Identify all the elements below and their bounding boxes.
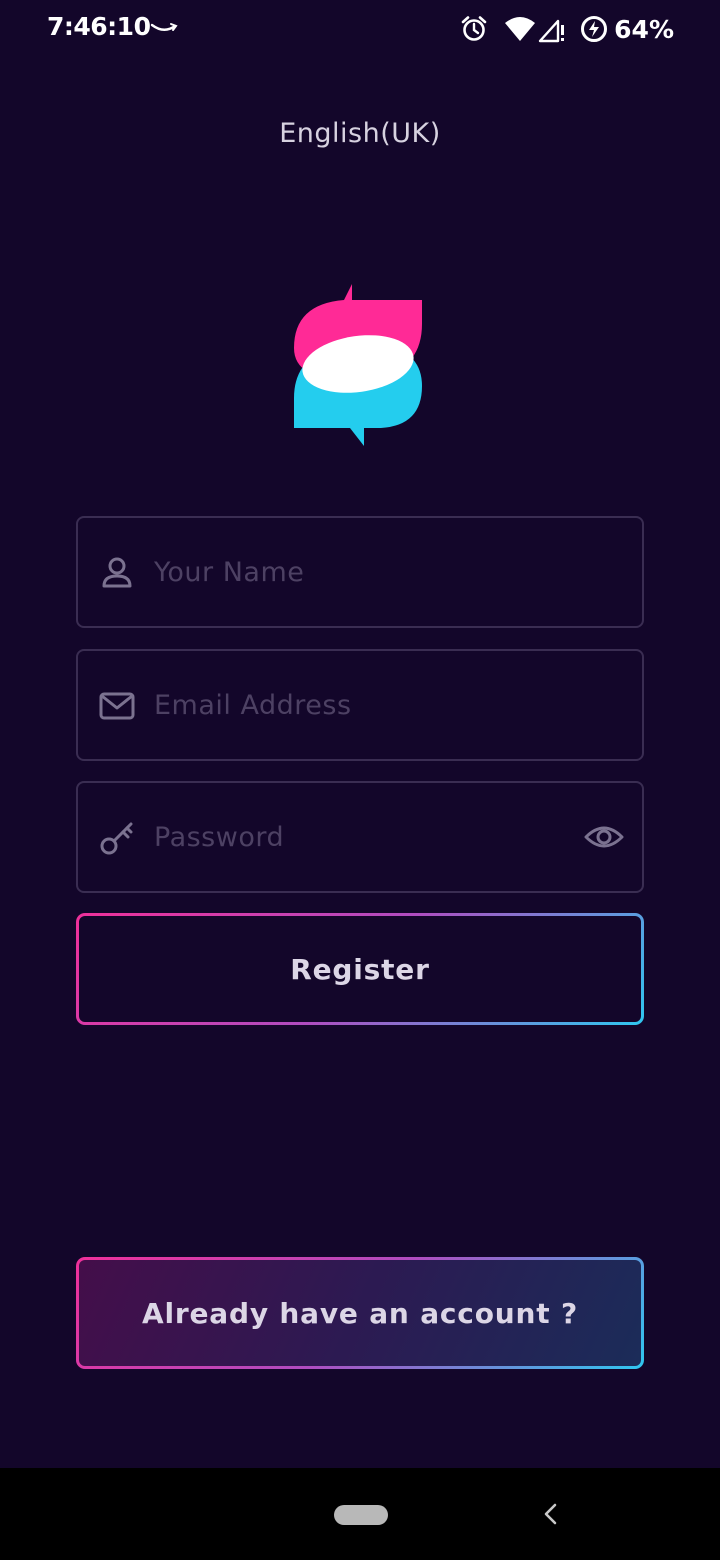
app-logo [294, 284, 422, 446]
key-icon [100, 822, 133, 855]
name-field[interactable] [76, 516, 644, 628]
user-icon [102, 557, 132, 588]
back-chevron-icon[interactable] [540, 1502, 560, 1526]
amazon-smile-icon [150, 23, 178, 31]
login-link-label: Already have an account ? [79, 1260, 641, 1366]
wifi-icon [505, 17, 536, 41]
status-bar: 7:46:10 64% [0, 0, 720, 60]
eye-icon[interactable] [584, 817, 624, 857]
alarm-icon [461, 16, 487, 41]
status-icons: 64% [460, 12, 674, 46]
login-link-button[interactable]: Already have an account ? [76, 1257, 644, 1369]
register-label: Register [79, 916, 641, 1022]
email-input[interactable] [154, 651, 564, 759]
signal-icon [538, 19, 565, 43]
status-time: 7:46:10 [47, 12, 151, 41]
email-field[interactable] [76, 649, 644, 761]
password-field[interactable] [76, 781, 644, 893]
password-input[interactable] [154, 783, 564, 891]
register-screen: 7:46:10 64% English(UK) Your Name Email … [0, 0, 720, 1560]
battery-saver-icon [581, 16, 608, 42]
mail-icon [99, 692, 135, 720]
name-input[interactable] [154, 518, 564, 626]
language-selector[interactable]: English(UK) [0, 118, 720, 149]
register-button[interactable]: Register [76, 913, 644, 1025]
system-nav-bar [0, 1468, 720, 1560]
home-pill-icon[interactable] [334, 1505, 388, 1525]
battery-percentage: 64% [614, 14, 674, 44]
